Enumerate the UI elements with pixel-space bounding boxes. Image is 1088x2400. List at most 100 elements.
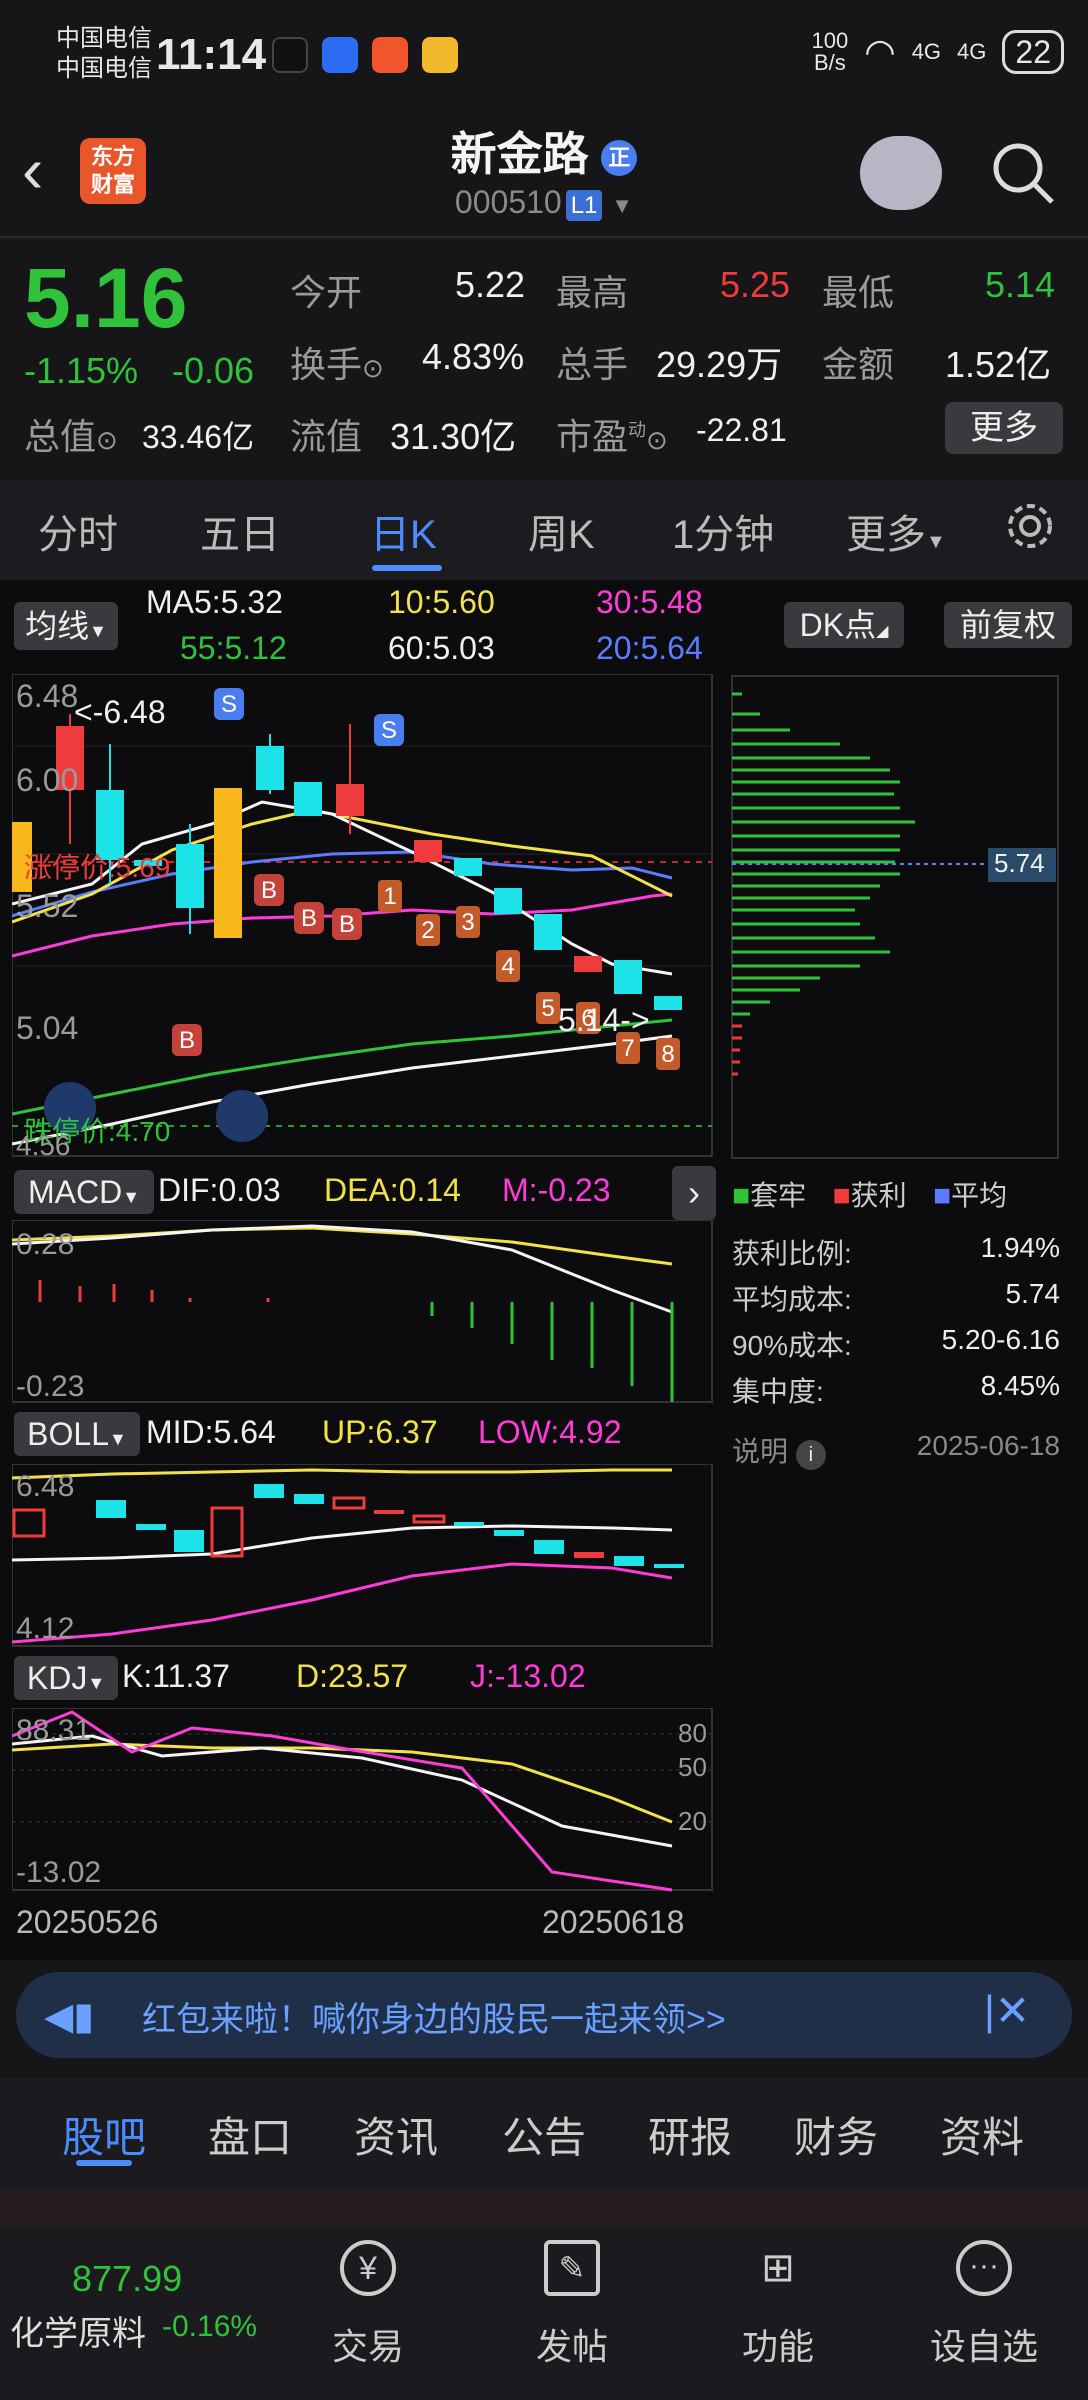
nav-add-watchlist[interactable]: 设自选 (904, 2318, 1064, 2370)
concentration-label: 集中度: (732, 1376, 824, 1407)
tab-one-minute[interactable]: 1分钟 (672, 502, 774, 560)
cost90-value: 5.20-6.16 (941, 1324, 1060, 1355)
clock: 11:14 (156, 30, 267, 79)
search-icon[interactable] (990, 140, 1056, 206)
tab-order-book[interactable]: 盘口 (208, 2104, 292, 2165)
chip-note-button[interactable]: 说明 i (732, 1430, 826, 1470)
boll-mid: MID:5.64 (146, 1414, 276, 1450)
tab-profile[interactable]: 资料 (940, 2104, 1024, 2165)
more-button[interactable]: 更多 (945, 402, 1063, 454)
macd-m: M:-0.23 (502, 1172, 611, 1208)
dk-point-button[interactable]: DK点◢ (784, 602, 904, 648)
ma5-value: MA5:5.32 (146, 584, 283, 620)
level-badge: L1 (565, 190, 603, 221)
nav-trade[interactable]: 交易 (288, 2318, 448, 2370)
carrier-2: 中国电信 (56, 55, 152, 82)
chip-date: 2025-06-18 (916, 1430, 1060, 1461)
trade-icon: ¥ (340, 2240, 396, 2296)
tab-financials[interactable]: 财务 (794, 2104, 878, 2165)
tab-news[interactable]: 资讯 (354, 2104, 438, 2165)
kdj-ref-20: 20 (678, 1806, 707, 1836)
adjust-button[interactable]: 前复权 (944, 602, 1072, 648)
megaphone-icon: ◀▮ (44, 1996, 95, 2038)
float-value: 31.30亿 (390, 416, 517, 457)
kdj-k: K:11.37 (122, 1658, 230, 1694)
boll-low: LOW:4.92 (478, 1414, 622, 1450)
close-icon[interactable]: |✕ (984, 1986, 1030, 2035)
boll-selector-button[interactable]: BOLL▼ (14, 1412, 140, 1456)
change-value: -0.06 (172, 350, 255, 391)
concentration-value: 8.45% (980, 1370, 1060, 1401)
kdj-chart[interactable] (12, 1708, 714, 1892)
boll-y-bottom: 4.12 (16, 1612, 75, 1645)
nav-function[interactable]: 功能 (698, 2318, 858, 2370)
settings-gear-icon[interactable] (1004, 500, 1056, 552)
carrier-info: 中国电信 中国电信 (56, 24, 152, 84)
turnover-value: 4.83% (422, 336, 525, 377)
expand-arrow-icon[interactable]: › (672, 1166, 716, 1220)
macd-selector-button[interactable]: MACD▼ (14, 1170, 154, 1214)
date-start: 20250526 (16, 1904, 159, 1940)
tab-forum[interactable]: 股吧 (62, 2104, 146, 2165)
robot-assistant-icon[interactable] (860, 136, 942, 210)
macd-dif: DIF:0.03 (158, 1172, 281, 1208)
kdj-j: J:-13.02 (470, 1658, 586, 1694)
macd-chart[interactable] (12, 1220, 714, 1404)
tab-weekly-k[interactable]: 周K (528, 502, 595, 560)
kdj-selector-button[interactable]: KDJ▼ (14, 1656, 118, 1700)
svg-text:B: B (339, 911, 355, 938)
active-tab-indicator (76, 2160, 132, 2166)
limit-up-label: 涨停价:5.69 (24, 852, 171, 883)
tab-five-day[interactable]: 五日 (200, 502, 280, 560)
svg-text:B: B (179, 1027, 195, 1054)
tab-research[interactable]: 研报 (648, 2104, 732, 2165)
avg-cost-value: 5.74 (1005, 1278, 1061, 1309)
nav-post[interactable]: 发帖 (492, 2318, 652, 2370)
profit-ratio-label: 获利比例: (732, 1238, 852, 1269)
mktcap-label: 总值⊙ (24, 416, 118, 457)
ma-selector-button[interactable]: 均线▼ (14, 602, 118, 650)
avg-cost-label: 平均成本: (732, 1284, 852, 1315)
sector-change: -0.16% (162, 2310, 258, 2343)
tab-announcements[interactable]: 公告 (502, 2104, 586, 2165)
voice-app-icon (322, 37, 358, 73)
tab-daily-k[interactable]: 日K (370, 502, 437, 560)
macd-y-bottom: -0.23 (16, 1370, 85, 1403)
chip-distribution-chart[interactable] (730, 674, 1060, 1160)
send-app-icon (372, 37, 408, 73)
high-value: 5.25 (720, 264, 791, 305)
kline-y-top: 6.48 (16, 678, 79, 714)
signal-2: 4G (957, 39, 987, 64)
sector-name[interactable]: 化学原料 (10, 2306, 146, 2355)
svg-text:B: B (261, 877, 277, 904)
profit-ratio-value: 1.94% (980, 1232, 1060, 1263)
svg-text:2: 2 (421, 917, 434, 944)
sector-index-value[interactable]: 877.99 (72, 2258, 182, 2300)
boll-up: UP:6.37 (322, 1414, 438, 1450)
macd-y-top: 0.28 (16, 1228, 75, 1261)
car-app-icon (422, 37, 458, 73)
edit-post-icon: ✎ (544, 2240, 600, 2296)
feed-peek (0, 2188, 1088, 2228)
ma30-value: 30:5.48 (596, 584, 703, 620)
svg-text:8: 8 (661, 1041, 674, 1068)
mktcap-value: 33.46亿 (142, 419, 255, 455)
active-tab-indicator (372, 565, 442, 571)
kdj-d: D:23.57 (296, 1658, 409, 1694)
more-dots-icon: ··· (956, 2240, 1012, 2296)
tab-more[interactable]: 更多▼ (846, 502, 946, 560)
svg-text:3: 3 (461, 909, 474, 936)
kline-chart[interactable]: S S B B B B 12 34 5 67 8 (12, 674, 714, 1158)
kline-y-4: 5.04 (16, 1010, 79, 1046)
boll-chart[interactable] (12, 1464, 714, 1648)
volume-value: 29.29万 (656, 344, 783, 385)
promo-text[interactable]: 红包来啦！喊你身边的股民一起来领>> (142, 1992, 726, 2041)
svg-text:B: B (301, 905, 317, 932)
battery-icon: 22 (1002, 30, 1064, 74)
chip-avg-price: 5.74 (994, 848, 1045, 878)
kline-min-label: 5.14-> (558, 1002, 650, 1038)
date-end: 20250618 (542, 1904, 685, 1940)
tab-intraday[interactable]: 分时 (38, 502, 118, 560)
kline-max-label: <-6.48 (74, 694, 166, 730)
change-pct: -1.15% (24, 350, 139, 391)
